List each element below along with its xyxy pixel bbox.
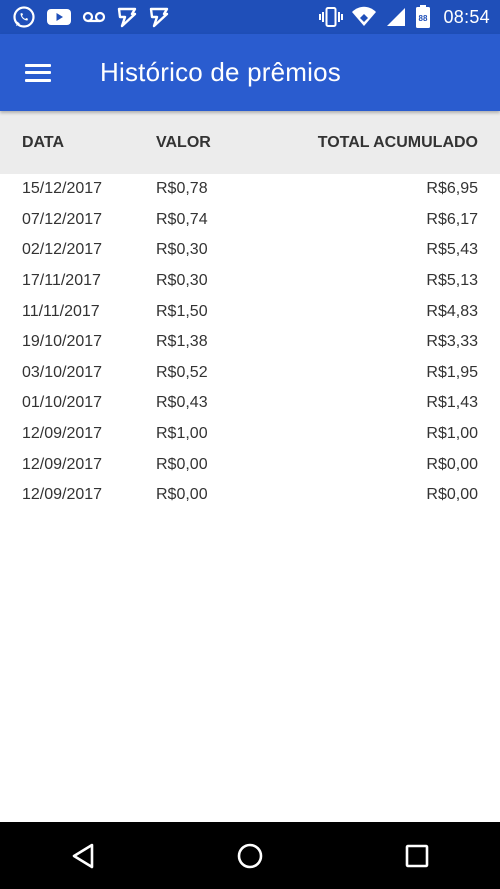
notification-icons	[12, 5, 170, 29]
column-header-date: DATA	[22, 133, 65, 151]
row-value: R$0,00	[156, 486, 208, 504]
row-value: R$0,78	[156, 180, 208, 198]
row-total: R$0,00	[426, 455, 478, 473]
row-total: R$1,95	[426, 363, 478, 381]
row-value: R$0,00	[156, 455, 208, 473]
row-value: R$0,52	[156, 363, 208, 381]
row-value: R$0,43	[156, 394, 208, 412]
row-total: R$4,83	[426, 302, 478, 320]
row-date: 01/10/2017	[22, 394, 103, 412]
row-value: R$0,30	[156, 272, 208, 290]
column-header-value: VALOR	[156, 133, 211, 151]
table-row: 01/10/2017 R$0,43 R$1,43	[0, 388, 500, 419]
table-row: 15/12/2017 R$0,78 R$6,95	[0, 174, 500, 205]
row-date: 07/12/2017	[22, 210, 103, 228]
row-total: R$1,43	[426, 394, 478, 412]
row-total: R$0,00	[426, 486, 478, 504]
recents-icon[interactable]	[377, 822, 457, 889]
row-total: R$6,17	[426, 210, 478, 228]
row-total: R$3,33	[426, 333, 478, 351]
row-total: R$6,95	[426, 180, 478, 198]
row-total: R$5,43	[426, 241, 478, 259]
table-row: 07/12/2017 R$0,74 R$6,17	[0, 205, 500, 236]
table-row: 03/10/2017 R$0,52 R$1,95	[0, 358, 500, 389]
table-row: 17/11/2017 R$0,30 R$5,13	[0, 266, 500, 297]
back-icon[interactable]	[43, 822, 123, 889]
row-value: R$1,38	[156, 333, 208, 351]
table-row: 12/09/2017 R$0,00 R$0,00	[0, 449, 500, 480]
row-date: 12/09/2017	[22, 486, 103, 504]
signal-icon	[385, 6, 407, 28]
row-value: R$0,74	[156, 210, 208, 228]
hamburger-menu-icon[interactable]	[0, 34, 78, 111]
table-row: 12/09/2017 R$1,00 R$1,00	[0, 419, 500, 450]
row-total: R$5,13	[426, 272, 478, 290]
row-date: 11/11/2017	[22, 302, 100, 320]
row-date: 15/12/2017	[22, 180, 103, 198]
table-header: DATA VALOR TOTAL ACUMULADO	[0, 111, 500, 174]
table-row: 11/11/2017 R$1,50 R$4,83	[0, 296, 500, 327]
vibrate-icon	[319, 6, 344, 28]
row-value: R$1,00	[156, 425, 208, 443]
table-row: 12/09/2017 R$0,00 R$0,00	[0, 480, 500, 511]
home-icon[interactable]	[210, 822, 290, 889]
voicemail-icon	[82, 9, 106, 25]
row-value: R$1,50	[156, 302, 208, 320]
wifi-icon	[351, 6, 377, 28]
status-clock: 08:54	[443, 6, 490, 27]
column-header-total: TOTAL ACUMULADO	[317, 133, 478, 151]
youtube-icon	[46, 7, 72, 27]
app-bar: Histórico de prêmios	[0, 34, 500, 111]
battery-icon: 88	[415, 5, 431, 29]
row-total: R$1,00	[426, 425, 478, 443]
whatsapp-icon	[12, 5, 36, 29]
row-date: 02/12/2017	[22, 241, 103, 259]
battery-level: 88	[419, 14, 428, 23]
row-date: 12/09/2017	[22, 425, 103, 443]
status-bar: 88 08:54	[0, 0, 500, 34]
app-notification-icon	[116, 6, 138, 28]
row-date: 12/09/2017	[22, 455, 103, 473]
table-row: 19/10/2017 R$1,38 R$3,33	[0, 327, 500, 358]
table-body: 15/12/2017 R$0,78 R$6,95 07/12/2017 R$0,…	[0, 174, 500, 511]
row-date: 03/10/2017	[22, 363, 103, 381]
row-value: R$0,30	[156, 241, 208, 259]
app-notification-icon	[148, 6, 170, 28]
row-date: 19/10/2017	[22, 333, 103, 351]
table-row: 02/12/2017 R$0,30 R$5,43	[0, 235, 500, 266]
page-title: Histórico de prêmios	[100, 57, 341, 87]
system-icons: 88 08:54	[319, 5, 490, 29]
navigation-bar	[0, 822, 500, 889]
row-date: 17/11/2017	[22, 272, 101, 290]
